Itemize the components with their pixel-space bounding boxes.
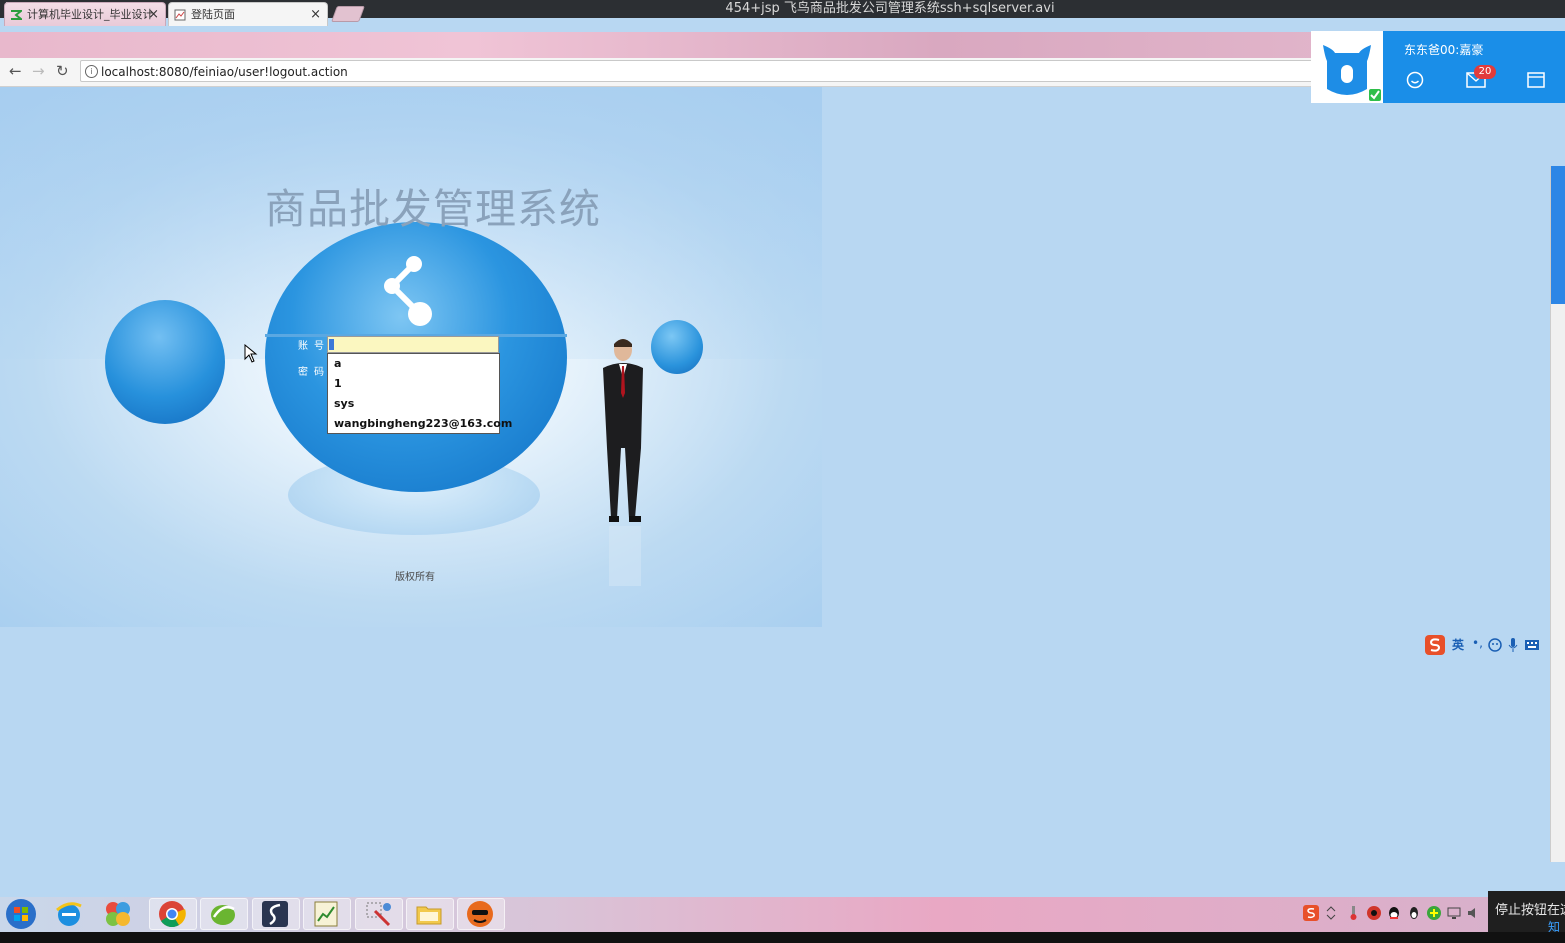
- url-text: localhost:8080/feiniao/user!logout.actio…: [101, 65, 348, 79]
- game-icon[interactable]: [465, 899, 495, 929]
- decorative-orb-left: [105, 300, 225, 424]
- ie-icon[interactable]: [53, 898, 85, 930]
- side-panel-accent: [1551, 166, 1565, 304]
- address-bar[interactable]: i localhost:8080/feiniao/user!logout.act…: [80, 60, 1320, 82]
- cow-logo-icon: [1323, 45, 1381, 101]
- info-icon[interactable]: i: [85, 65, 98, 78]
- suggestion-item[interactable]: a: [328, 354, 499, 374]
- window-icon[interactable]: [1527, 72, 1545, 88]
- suggestion-item[interactable]: sys: [328, 394, 499, 414]
- start-icon[interactable]: [5, 898, 37, 930]
- tab-label: 计算机毕业设计_毕业设计: [27, 8, 154, 21]
- tray-thermometer-icon[interactable]: [1347, 905, 1359, 921]
- autocomplete-dropdown: a 1 sys wangbingheng223@163.com: [327, 353, 512, 434]
- folder-icon[interactable]: [414, 899, 444, 929]
- sogou-s-icon[interactable]: [1424, 634, 1446, 656]
- tools-app-icon[interactable]: [363, 899, 393, 929]
- tab-bishe[interactable]: 计算机毕业设计_毕业设计 ×: [4, 2, 166, 26]
- account-input[interactable]: [327, 336, 499, 353]
- chrome-icon[interactable]: [157, 899, 187, 929]
- mouse-cursor-icon: [244, 344, 258, 363]
- notification-text: 停止按钮在这: [1495, 903, 1565, 918]
- tab-login[interactable]: 登陆页面 ×: [168, 2, 328, 26]
- s-app-icon[interactable]: [260, 899, 290, 929]
- account-label: 账号: [298, 341, 330, 352]
- widget-avatar-area: [1311, 31, 1383, 103]
- back-button[interactable]: ←: [9, 62, 22, 80]
- punctuation-icon[interactable]: •,: [1472, 636, 1483, 650]
- side-panel-strip[interactable]: [1550, 166, 1565, 862]
- copyright-text: 版权所有: [395, 572, 435, 583]
- tray-network-icon[interactable]: [1446, 905, 1462, 921]
- forward-button[interactable]: →: [32, 62, 45, 80]
- player-bottom-bar: [0, 932, 1565, 943]
- new-tab-button[interactable]: [331, 6, 365, 22]
- tray-qq-icon[interactable]: [1386, 905, 1402, 921]
- ime-toolbar[interactable]: 英 •,: [1424, 634, 1565, 656]
- close-tab-icon[interactable]: ×: [310, 3, 321, 27]
- suggestion-item[interactable]: 1: [328, 374, 499, 394]
- ime-lang-toggle[interactable]: 英: [1452, 636, 1464, 653]
- close-tab-icon[interactable]: ×: [148, 3, 159, 27]
- decorative-orb-right: [651, 320, 703, 374]
- mail-count-badge: 20: [1474, 65, 1496, 79]
- text-caret: [329, 339, 334, 350]
- site-favicon-icon: [11, 10, 22, 20]
- emoji-icon[interactable]: [1488, 638, 1502, 652]
- keyboard-icon[interactable]: [1524, 639, 1540, 651]
- widget-user-name: 东东爸00:嘉豪: [1404, 43, 1484, 57]
- smiley-icon[interactable]: [1406, 71, 1424, 89]
- share-logo-icon: [384, 256, 432, 326]
- microphone-icon[interactable]: [1508, 637, 1518, 653]
- suggestion-item[interactable]: wangbingheng223@163.com: [328, 414, 512, 434]
- green-app-icon[interactable]: [208, 899, 238, 929]
- password-label: 密码: [298, 367, 330, 378]
- page-favicon-icon: [174, 9, 186, 21]
- tray-penguin-icon[interactable]: [1406, 905, 1422, 921]
- tray-red-app-icon[interactable]: [1366, 905, 1382, 921]
- tab-label: 登陆页面: [191, 8, 235, 21]
- tray-green-plus-icon[interactable]: [1426, 905, 1442, 921]
- colorful-app-icon[interactable]: [102, 898, 134, 930]
- page-title: 商品批发管理系统: [265, 185, 601, 233]
- tray-volume-icon[interactable]: [1466, 905, 1480, 921]
- chart-app-icon[interactable]: [312, 899, 340, 929]
- tray-arrows-icon[interactable]: [1325, 905, 1337, 921]
- chat-app-widget[interactable]: 东东爸00:嘉豪: [1311, 31, 1565, 103]
- businessman-illustration: [603, 339, 643, 586]
- tray-sogou-icon[interactable]: [1303, 905, 1319, 921]
- reload-button[interactable]: ↻: [56, 62, 69, 80]
